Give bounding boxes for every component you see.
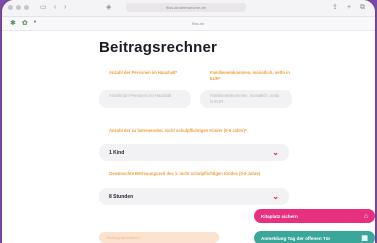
sidebar-icon[interactable]: ▭ (40, 3, 47, 12)
hours-label: Gewünschte Betreuungszeit des 1. nicht s… (109, 171, 261, 176)
new-tab-icon[interactable]: + (347, 3, 351, 12)
maximize-window-button[interactable] (24, 5, 29, 10)
children-select-value: 1 Kind (109, 149, 125, 156)
chevron-down-icon: ⌄ (272, 191, 279, 201)
pinned-tabs: ✱ ✿ • (10, 19, 36, 27)
window-controls (8, 5, 29, 10)
children-label: Anzahl der zu betreuenden, nicht schulpf… (109, 128, 247, 133)
browser-titlebar: ▭ ‹ › ◈ fliss-kindertraeume.de ⇪ + ⧉ (2, 0, 375, 17)
kita-sichern-label: Kitaplatz sichern (261, 213, 298, 219)
address-bar[interactable]: fliss-kindertraeume.de (126, 3, 246, 12)
tabs-overview-icon[interactable]: ⧉ (360, 3, 365, 12)
persons-label: Anzahl der Personen im Haushalt* (109, 70, 178, 75)
back-arrow-icon[interactable]: ‹ (54, 3, 56, 12)
shield-icon[interactable]: ◈ (106, 3, 111, 12)
income-input[interactable]: Familieneinkommen, monatlich, netto in E… (200, 90, 292, 108)
chevron-down-icon: ⌄ (272, 147, 279, 157)
tab-title[interactable]: fliss.de (192, 21, 204, 26)
close-window-button[interactable] (8, 5, 13, 10)
hours-select-value: 8 Stunden (109, 193, 134, 200)
persons-input[interactable]: Anzahl der Personen im Haushalt (99, 90, 191, 108)
pinned-tab-icon[interactable]: ✿ (22, 19, 28, 27)
open-day-button[interactable]: Anmeldung Tag der offenen Tür ▦ (254, 231, 375, 243)
url-text: fliss-kindertraeume.de (166, 5, 206, 10)
calculate-button-label: Beitrag berechnen (107, 235, 140, 240)
page-content: Beitragsrechner Anzahl der Personen im H… (2, 31, 375, 243)
tab-bar: ✱ ✿ • fliss.de (2, 17, 375, 31)
children-select[interactable]: 1 Kind ⌄ (99, 144, 289, 161)
pinned-tab-icon[interactable]: ✱ (10, 19, 16, 27)
hours-select[interactable]: 8 Stunden ⌄ (99, 188, 289, 205)
forward-arrow-icon[interactable]: › (64, 3, 66, 12)
income-label: Familieneinkommen, monatlich, netto in E… (210, 70, 290, 81)
open-day-label: Anmeldung Tag der offenen Tür (261, 235, 331, 241)
calculate-button[interactable]: Beitrag berechnen (99, 232, 219, 243)
minimize-window-button[interactable] (16, 5, 21, 10)
kita-sichern-button[interactable]: Kitaplatz sichern ⌂ (254, 209, 375, 223)
pinned-tab-icon[interactable]: • (34, 19, 36, 27)
house-icon: ⌂ (363, 212, 368, 220)
share-icon[interactable]: ⇪ (332, 3, 338, 12)
browser-window: ▭ ‹ › ◈ fliss-kindertraeume.de ⇪ + ⧉ ✱ ✿… (2, 0, 375, 243)
calendar-icon: ▦ (361, 235, 368, 242)
page-title: Beitragsrechner (99, 39, 218, 56)
